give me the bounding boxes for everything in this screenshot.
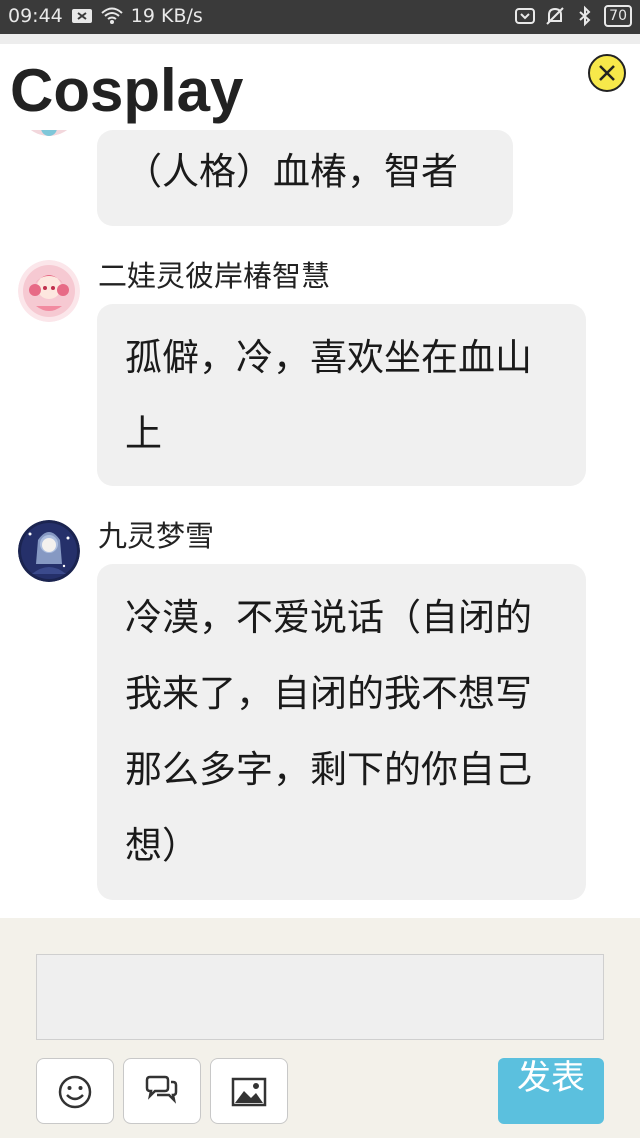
chat-list[interactable]: （人格）血椿，智者 二娃灵彼岸椿智慧 孤僻，冷，喜欢坐在血山上 九灵梦雪 冷漠，… — [0, 130, 640, 918]
close-notify-icon — [71, 9, 92, 23]
status-bar: 09:44 19 KB/s 70 — [0, 0, 640, 34]
bluetooth-icon — [579, 5, 591, 27]
send-button[interactable]: 发表 — [498, 1058, 604, 1124]
chat-button[interactable] — [123, 1058, 201, 1124]
emoji-button[interactable] — [36, 1058, 114, 1124]
signal-icon — [515, 8, 536, 24]
avatar[interactable] — [18, 260, 80, 322]
image-icon — [231, 1077, 267, 1107]
page-title: Cosplay — [10, 57, 244, 124]
mute-icon — [546, 7, 564, 25]
close-icon — [599, 65, 615, 81]
message-bubble: 孤僻，冷，喜欢坐在血山上 — [97, 304, 586, 486]
avatar[interactable] — [18, 520, 80, 582]
message-bubble: （人格）血椿，智者 — [97, 130, 513, 226]
chat-bubbles-icon — [145, 1075, 178, 1104]
header: Cosplay — [0, 44, 640, 130]
emoji-icon — [58, 1075, 92, 1109]
close-button[interactable] — [588, 54, 626, 92]
network-speed: 19 KB/s — [130, 5, 203, 27]
image-button[interactable] — [210, 1058, 288, 1124]
username: 九灵梦雪 — [98, 519, 215, 553]
battery-indicator: 70 — [604, 5, 632, 27]
message-input[interactable] — [36, 954, 604, 1040]
composer: 发表 — [0, 918, 640, 1138]
avatar[interactable] — [18, 130, 80, 136]
wifi-icon — [101, 7, 123, 24]
username: 二娃灵彼岸椿智慧 — [98, 259, 331, 293]
status-divider — [0, 34, 640, 44]
message-bubble: 冷漠，不爱说话（自闭的我来了，自闭的我不想写那么多字，剩下的你自己想） — [97, 564, 586, 900]
clock: 09:44 — [8, 5, 63, 27]
